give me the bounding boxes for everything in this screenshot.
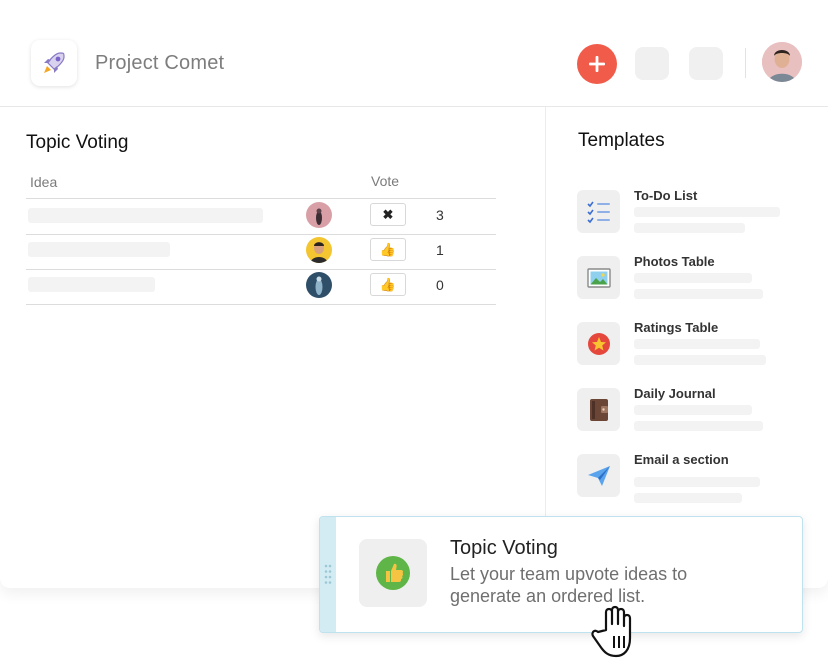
avatar	[306, 237, 332, 263]
template-name: Ratings Table	[634, 320, 719, 335]
idea-placeholder	[28, 277, 155, 292]
table-divider	[26, 234, 496, 235]
avatar	[306, 272, 332, 298]
template-description-placeholder	[634, 355, 766, 365]
vote-count: 3	[436, 207, 444, 223]
toolbar-button-placeholder[interactable]	[689, 47, 723, 80]
header-divider	[745, 48, 746, 78]
template-name: To-Do List	[634, 188, 698, 203]
add-button[interactable]	[577, 44, 617, 84]
grab-cursor-icon	[591, 605, 632, 658]
card-title: Topic Voting	[450, 537, 558, 559]
toolbar-button-placeholder[interactable]	[635, 47, 669, 80]
drag-dots-icon	[324, 564, 332, 584]
checklist-icon	[577, 190, 620, 233]
vote-count: 1	[436, 242, 444, 258]
thumbs-up-icon	[359, 539, 427, 607]
plus-icon	[589, 56, 605, 72]
template-name: Email a section	[634, 452, 729, 467]
idea-placeholder	[28, 208, 263, 223]
table-divider	[26, 304, 496, 305]
template-description-placeholder	[634, 207, 780, 217]
avatar	[306, 202, 332, 228]
table-divider	[26, 269, 496, 270]
template-description-placeholder	[634, 339, 760, 349]
template-description-placeholder	[634, 289, 763, 299]
card-description: Let your team upvote ideas to generate a…	[450, 564, 688, 606]
app-window: Project Comet Topic Voting Idea Vote ✖ 3…	[0, 0, 828, 588]
app-title: Project Comet	[95, 52, 225, 74]
topic-voting-title: Topic Voting	[26, 132, 129, 153]
vote-button[interactable]: 👍	[370, 273, 406, 296]
idea-column-header: Idea	[30, 174, 58, 190]
table-divider	[26, 198, 496, 199]
user-avatar[interactable]	[762, 42, 802, 82]
template-description-placeholder	[634, 477, 760, 487]
template-drag-card[interactable]: Topic Voting Let your team upvote ideas …	[319, 516, 803, 633]
star-icon	[577, 322, 620, 365]
drag-handle[interactable]	[320, 517, 336, 632]
paper-plane-icon	[577, 454, 620, 497]
picture-icon	[577, 256, 620, 299]
template-description-placeholder	[634, 421, 763, 431]
template-description-placeholder	[634, 405, 752, 415]
vote-count: 0	[436, 277, 444, 293]
templates-title: Templates	[578, 130, 665, 151]
template-name: Daily Journal	[634, 386, 716, 401]
template-description-placeholder	[634, 223, 745, 233]
idea-placeholder	[28, 242, 170, 257]
template-description-placeholder	[634, 493, 742, 503]
template-name: Photos Table	[634, 254, 715, 269]
header: Project Comet	[0, 0, 828, 107]
template-description-placeholder	[634, 273, 752, 283]
rocket-icon[interactable]	[31, 40, 77, 86]
vote-column-header: Vote	[371, 173, 400, 189]
vote-button[interactable]: 👍	[370, 238, 406, 261]
journal-icon	[577, 388, 620, 431]
vote-button[interactable]: ✖	[370, 203, 406, 226]
